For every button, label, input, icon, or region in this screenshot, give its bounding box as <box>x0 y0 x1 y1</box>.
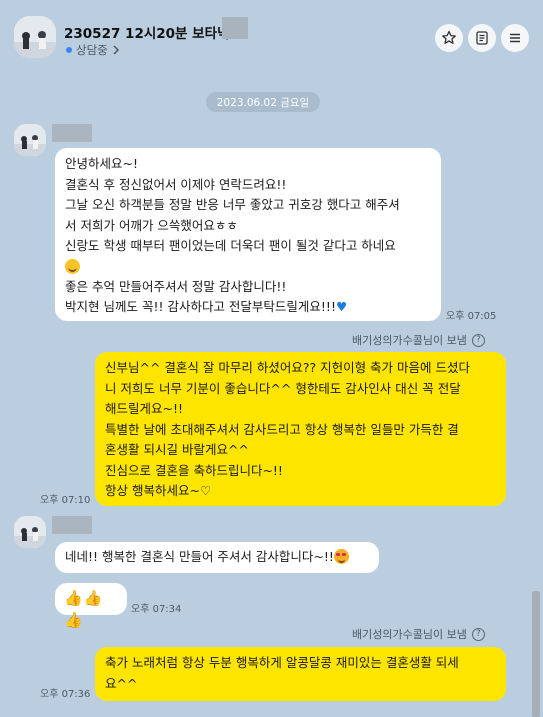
message-line: 신부님^^ 결혼식 잘 마무리 하셨어요?? 지헌이형 축가 마음에 드셨다 <box>105 360 471 375</box>
sender-avatar[interactable] <box>14 516 46 548</box>
redacted-sender-name <box>52 124 92 142</box>
message-time: 오후 07:05 <box>446 311 497 322</box>
smile-emoji-icon <box>65 258 80 274</box>
list-icon <box>476 31 488 45</box>
message-line: 그날 오신 하객분들 정말 반응 너무 좋았고 귀호강 했다고 해주셔 <box>65 197 400 212</box>
thumbs-up-icon: 👍👍👍 <box>64 589 104 629</box>
message-line: 박지현 님께도 꼭!! 감사하다고 전달부탁드릴게요!!! <box>65 299 336 314</box>
message-bubble-incoming-emoji[interactable]: 👍👍👍 <box>55 583 127 629</box>
message-line: 니 저희도 너무 기분이 좋습니다^^ 형한테도 감사인사 대신 꼭 전달 <box>105 380 461 396</box>
chevron-right-icon <box>113 45 119 55</box>
status-dot <box>66 47 72 53</box>
sent-by-text: 배기성의가수콜님이 보냄 <box>352 334 467 347</box>
message-line: 좋은 추억 만들어주셔서 정말 감사합니다!! <box>65 278 287 294</box>
message-line: 해드릴게요~!! <box>105 401 183 416</box>
message-time: 오후 07:34 <box>131 604 182 615</box>
redacted-name-block <box>222 17 248 39</box>
message-bubble-outgoing[interactable]: 신부님^^ 결혼식 잘 마무리 하셨어요?? 지헌이형 축가 마음에 드셨다 니… <box>95 352 506 506</box>
message-time: 오후 07:10 <box>40 495 91 506</box>
message-line: 요^^ <box>105 675 138 691</box>
message-line: 안녕하세요~! <box>65 156 138 171</box>
menu-button[interactable] <box>501 24 529 52</box>
message-bubble-incoming[interactable]: 안녕하세요~! 결혼식 후 정신없어서 이제야 연락드려요!! 그날 오신 하객… <box>55 148 441 321</box>
message-time: 오후 07:36 <box>40 689 91 700</box>
message-line: 혼생활 되시길 바랄게요^^ <box>105 442 249 457</box>
chat-room-avatar[interactable] <box>14 16 56 58</box>
consult-status[interactable]: 상담중 <box>66 42 120 58</box>
sent-by-label: 배기성의가수콜님이 보냄 ? <box>352 332 485 348</box>
status-label: 상담중 <box>76 43 108 57</box>
message-line: 축가 노래처럼 항상 두분 행복하게 알콩달콩 재미있는 결혼생활 되세 <box>105 655 459 670</box>
notes-button[interactable] <box>468 24 496 52</box>
scrollbar-thumb[interactable] <box>532 591 540 717</box>
message-bubble-outgoing[interactable]: 축가 노래처럼 항상 두분 행복하게 알콩달콩 재미있는 결혼생활 되세 요^^ <box>95 647 506 701</box>
date-divider: 2023.06.02 금요일 <box>206 92 320 112</box>
message-line: 서 저희가 어깨가 으쓱했어요ㅎㅎ <box>65 217 238 233</box>
chat-header: 230527 12시20분 보타닉 상담중 <box>0 0 543 80</box>
menu-icon <box>510 33 520 43</box>
chat-title: 230527 12시20분 보타닉 <box>64 26 230 42</box>
message-line: 신랑도 학생 때부터 팬이었는데 더욱더 팬이 될것 같다고 하네요 <box>65 238 396 253</box>
sender-avatar[interactable] <box>14 124 46 156</box>
question-icon[interactable]: ? <box>471 627 485 641</box>
message-line: 항상 행복하세요~♡ <box>105 483 212 498</box>
message-bubble-incoming[interactable]: 네네!! 행복한 결혼식 만들어 주셔서 감사합니다~!! <box>55 542 379 573</box>
question-icon[interactable]: ? <box>471 333 485 347</box>
smiling-hearts-emoji-icon <box>333 549 349 564</box>
message-line: 특별한 날에 초대해주셔서 감사드리고 항상 행복한 일들만 가득한 결 <box>105 421 459 437</box>
message-line: 결혼식 후 정신없어서 이제야 연락드려요!! <box>65 176 287 192</box>
sent-by-label: 배기성의가수콜님이 보냄 ? <box>352 626 485 642</box>
redacted-sender-name <box>52 516 92 534</box>
sent-by-text: 배기성의가수콜님이 보냄 <box>352 628 467 641</box>
message-text: 네네!! 행복한 결혼식 만들어 주셔서 감사합니다~!! <box>65 549 334 564</box>
star-icon <box>442 30 456 44</box>
blue-heart-icon: ♥ <box>335 299 348 314</box>
chat-scrollbar[interactable] <box>531 80 541 717</box>
message-line: 진심으로 결혼을 축하드립니다~!! <box>105 462 283 478</box>
star-button[interactable] <box>435 24 463 52</box>
